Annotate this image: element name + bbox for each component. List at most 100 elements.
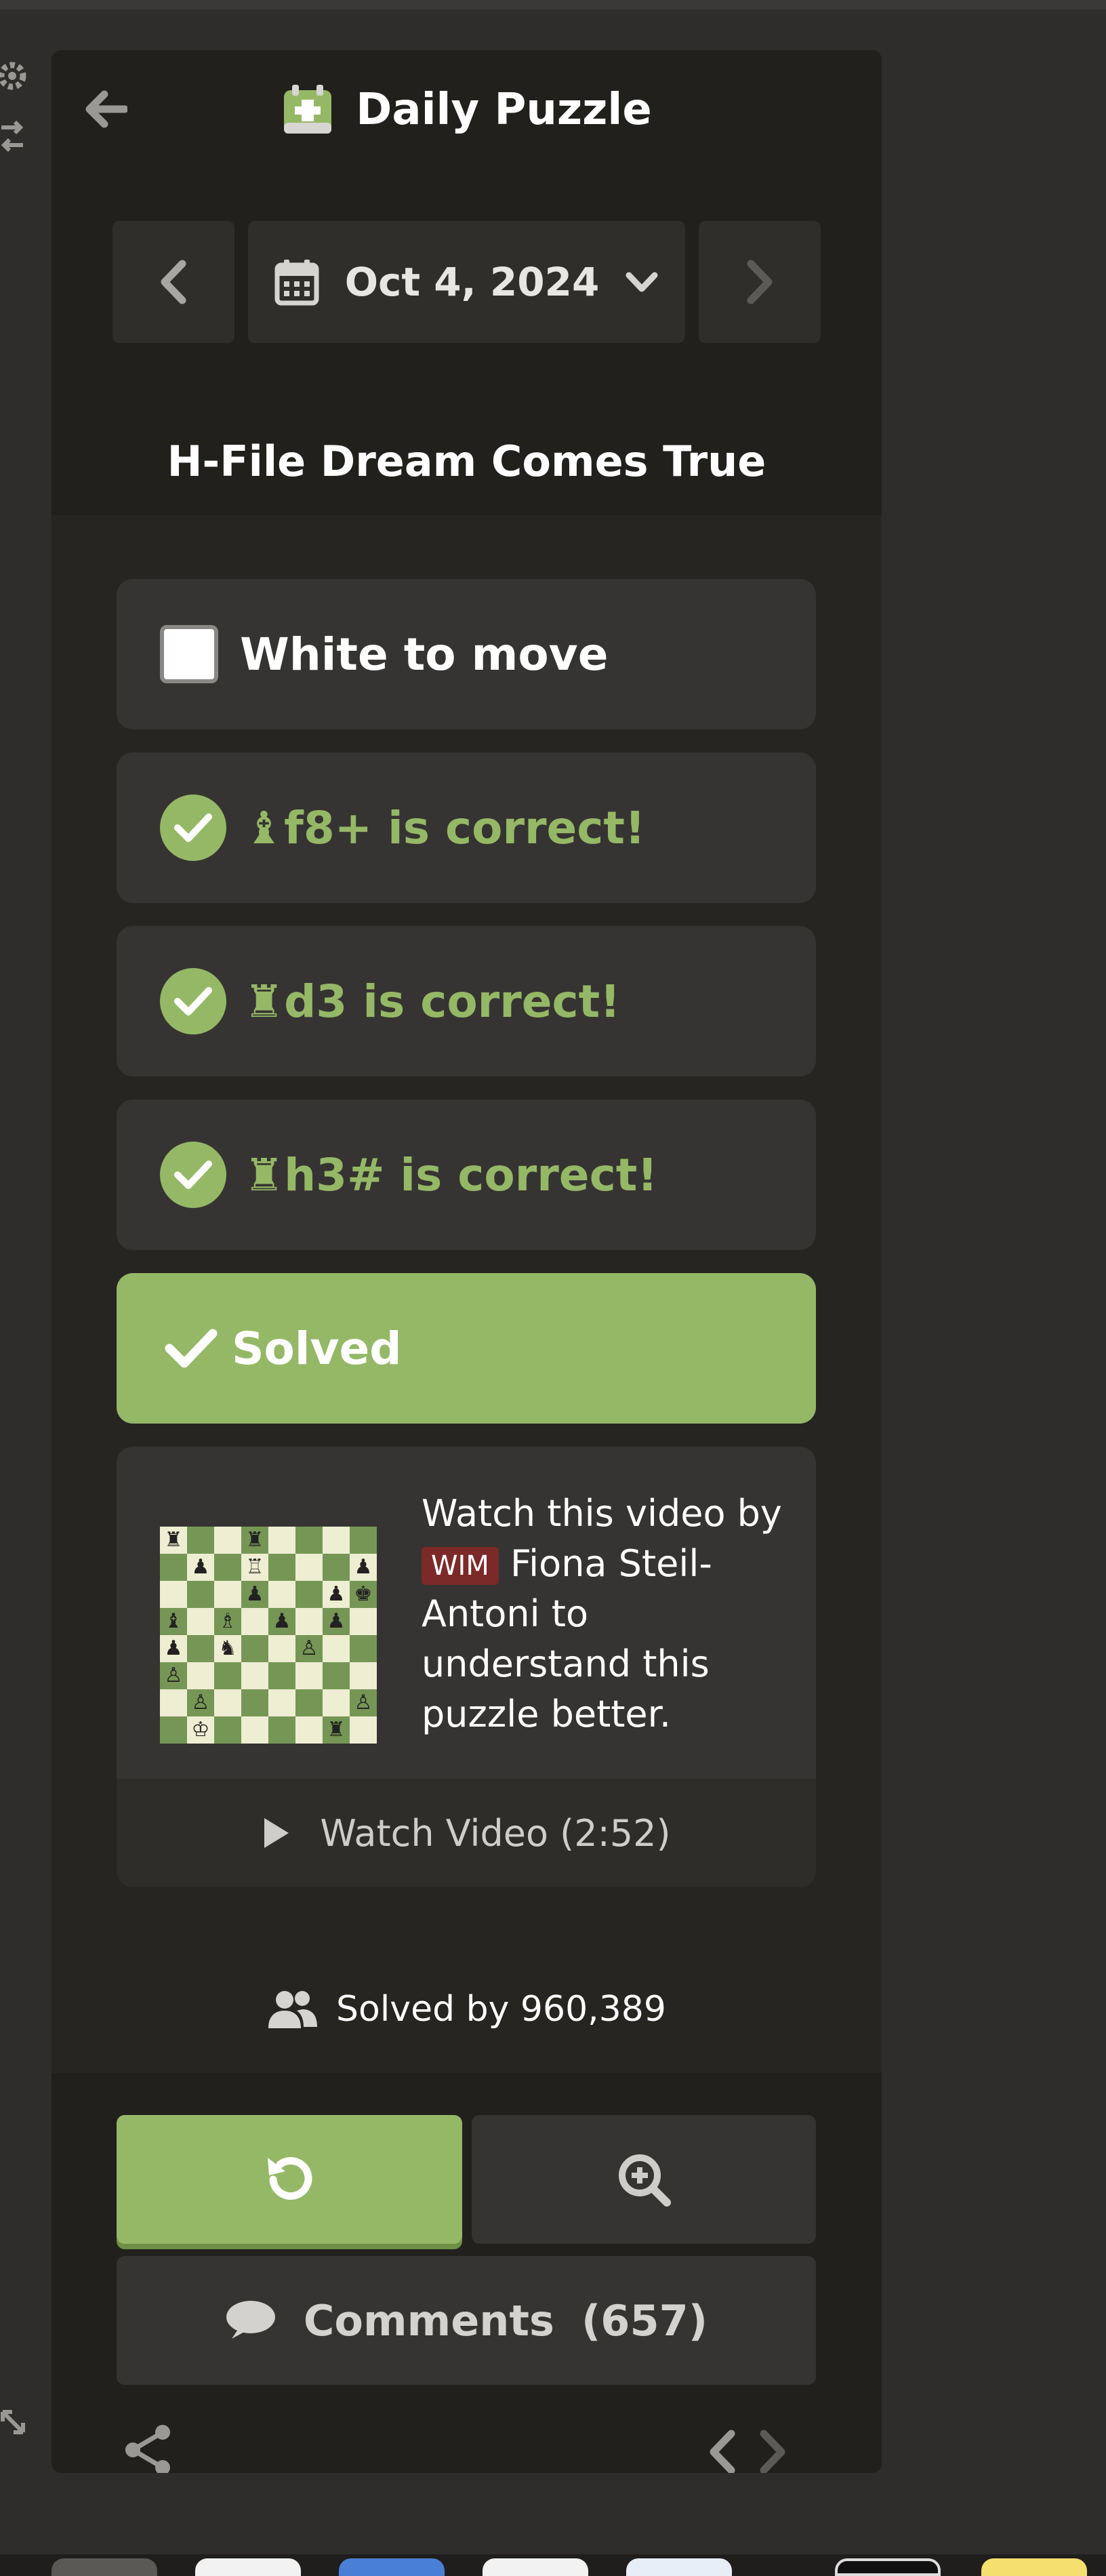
check-circle-icon <box>160 968 226 1034</box>
taskbar-app[interactable] <box>483 2558 588 2576</box>
chevron-left-icon <box>710 2430 735 2473</box>
board-square: ♟ <box>187 1554 214 1581</box>
solved-count-text: Solved by 960,389 <box>336 1989 666 2030</box>
video-card[interactable]: ♜ ♜ ♟ ♖ ♟ ♟ ♟ ♚ ♝ ♗ ♟ ♟ ♟ ♞ ♙ ♙ ♙ ♙ ♔ ♜ Watch this video by… <box>117 1447 816 1887</box>
analysis-icon <box>619 2154 671 2207</box>
watch-video-button[interactable]: Watch Video (2:52) <box>117 1779 816 1887</box>
chess-piece-icon: ♟ <box>327 1609 346 1633</box>
daily-puzzle-panel: Daily Puzzle Oct 4, 2024 H-File Dream Co… <box>52 50 882 2473</box>
comments-count: (657) <box>581 2295 708 2346</box>
taskbar-app[interactable] <box>52 2558 157 2576</box>
board-square <box>323 1689 350 1716</box>
board-square <box>241 1662 268 1689</box>
board-square: ♞ <box>214 1635 241 1662</box>
chess-piece-icon: ♔ <box>191 1718 210 1742</box>
previous-date-button[interactable] <box>112 221 234 343</box>
board-square: ♙ <box>187 1689 214 1716</box>
board-square <box>214 1689 241 1716</box>
taskbar-app[interactable] <box>195 2558 301 2576</box>
flip-board-icon[interactable] <box>0 115 27 156</box>
calendar-icon <box>274 260 319 306</box>
board-square: ♜ <box>241 1527 268 1554</box>
chess-piece-icon: ♚ <box>354 1582 373 1606</box>
chess-piece-icon: ♟ <box>327 1582 346 1606</box>
page-title: Daily Puzzle <box>356 85 652 135</box>
board-square <box>350 1716 377 1744</box>
board-square <box>214 1662 241 1689</box>
board-square <box>214 1554 241 1581</box>
board-square <box>350 1527 377 1554</box>
retry-button[interactable] <box>117 2115 462 2244</box>
board-square <box>160 1581 187 1608</box>
chess-piece-icon: ♟ <box>164 1636 183 1660</box>
board-square: ♜ <box>160 1527 187 1554</box>
board-square <box>268 1662 295 1689</box>
chess-piece-icon: ♟ <box>245 1582 264 1606</box>
chevron-right-icon <box>760 2430 785 2473</box>
chess-piece-icon: ♟ <box>191 1555 210 1579</box>
board-square <box>187 1608 214 1635</box>
board-square: ♔ <box>187 1716 214 1744</box>
taskbar-app[interactable] <box>981 2558 1087 2576</box>
expand-icon[interactable] <box>0 2400 27 2440</box>
board-square: ♜ <box>323 1716 350 1744</box>
move-result-text: ♝f8+ is correct! <box>244 801 646 854</box>
board-square: ♟ <box>160 1635 187 1662</box>
retry-icon <box>268 2157 312 2200</box>
share-icon[interactable] <box>122 2423 176 2473</box>
board-square <box>268 1554 295 1581</box>
board-square <box>295 1689 323 1716</box>
board-square <box>323 1554 350 1581</box>
board-square <box>241 1608 268 1635</box>
comments-label: Comments <box>303 2295 554 2346</box>
rook-icon: ♜ <box>244 1148 285 1201</box>
analysis-button[interactable] <box>472 2115 816 2244</box>
previous-puzzle-button[interactable] <box>702 2428 743 2473</box>
taskbar-app[interactable] <box>626 2558 732 2576</box>
chess-piece-icon: ♜ <box>327 1718 346 1742</box>
video-description: Watch this video by WIM Fiona Steil-Anto… <box>422 1492 782 1735</box>
board-square <box>214 1716 241 1744</box>
window-top-bar <box>0 0 1106 9</box>
chevron-down-icon <box>626 272 658 292</box>
gear-icon[interactable] <box>0 54 27 95</box>
board-square <box>295 1662 323 1689</box>
board-square: ♙ <box>350 1689 377 1716</box>
board-square <box>268 1581 295 1608</box>
board-square <box>323 1527 350 1554</box>
comment-icon <box>226 2301 275 2339</box>
taskbar-app[interactable] <box>339 2558 445 2576</box>
chess-piece-icon: ♟ <box>272 1609 291 1633</box>
board-square <box>214 1581 241 1608</box>
date-picker[interactable]: Oct 4, 2024 <box>248 221 685 343</box>
board-square: ♟ <box>323 1608 350 1635</box>
chevron-left-icon <box>161 260 186 304</box>
play-icon <box>264 1818 289 1848</box>
board-square: ♖ <box>241 1554 268 1581</box>
board-square <box>295 1527 323 1554</box>
chess-piece-icon: ♜ <box>245 1528 264 1552</box>
next-puzzle-button[interactable] <box>752 2428 793 2473</box>
board-square <box>187 1635 214 1662</box>
daily-puzzle-icon <box>284 85 332 134</box>
chess-piece-icon: ♙ <box>191 1691 210 1714</box>
chess-piece-icon: ♞ <box>218 1636 237 1660</box>
panel-title: Daily Puzzle <box>52 83 882 137</box>
comments-button[interactable]: Comments (657) <box>117 2256 816 2385</box>
board-square: ♟ <box>350 1554 377 1581</box>
puzzle-board-thumbnail[interactable]: ♜ ♜ ♟ ♖ ♟ ♟ ♟ ♚ ♝ ♗ ♟ ♟ ♟ ♞ ♙ ♙ ♙ ♙ ♔ ♜ <box>160 1527 377 1744</box>
board-square: ♙ <box>160 1662 187 1689</box>
board-square <box>241 1689 268 1716</box>
move-result-card: ♜d3 is correct! <box>117 926 816 1076</box>
checkmark-icon <box>165 1329 218 1368</box>
chess-piece-icon: ♖ <box>245 1555 264 1579</box>
taskbar-app[interactable] <box>835 2558 941 2576</box>
board-square <box>323 1635 350 1662</box>
board-square <box>295 1554 323 1581</box>
next-date-button[interactable] <box>699 221 821 343</box>
check-circle-icon <box>160 1142 226 1208</box>
solved-banner: Solved <box>117 1273 816 1424</box>
chess-piece-icon: ♙ <box>164 1664 183 1687</box>
board-square <box>214 1527 241 1554</box>
checkbox-icon <box>160 625 218 683</box>
